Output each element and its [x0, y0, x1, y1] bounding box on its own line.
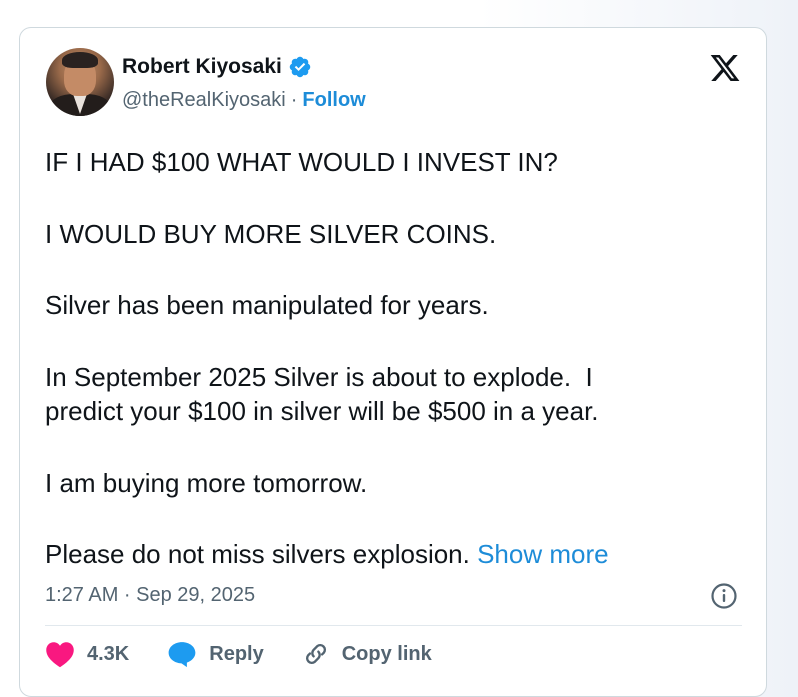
tweet-paragraph: IF I HAD $100 WHAT WOULD I INVEST IN? — [45, 147, 558, 177]
reply-button[interactable]: Reply — [167, 640, 264, 668]
action-bar: 4.3K Reply Copy link — [45, 640, 432, 668]
tweet-text: IF I HAD $100 WHAT WOULD I INVEST IN? I … — [45, 145, 745, 572]
speech-bubble-icon — [168, 642, 196, 668]
tweet-timestamp[interactable]: 1:27 AM · Sep 29, 2025 — [45, 584, 255, 607]
author-name-row: Robert Kiyosaki — [122, 55, 312, 79]
separator-dot: · — [290, 89, 298, 111]
avatar[interactable] — [46, 48, 114, 116]
tweet-paragraph-last: Please do not miss silvers explosion. Sh… — [45, 537, 745, 572]
reply-label: Reply — [209, 642, 264, 665]
tweet-paragraph: I WOULD BUY MORE SILVER COINS. — [45, 218, 497, 249]
copy-link-label: Copy link — [341, 642, 432, 665]
info-icon[interactable] — [710, 582, 738, 610]
tweet-card: Robert Kiyosaki @theRealKiyosaki · Follo… — [19, 27, 767, 697]
follow-button[interactable]: Follow — [302, 89, 365, 112]
like-count: 4.3K — [87, 642, 130, 665]
divider — [45, 625, 742, 626]
tweet-paragraph: In September 2025 Silver is about to exp… — [45, 361, 599, 427]
verified-badge-icon — [289, 56, 311, 78]
author-handle-row: @theRealKiyosaki · Follow — [122, 89, 366, 112]
x-logo-icon[interactable] — [708, 52, 742, 84]
author-name[interactable]: Robert Kiyosaki — [122, 55, 282, 79]
tweet-paragraph: Silver has been manipulated for years. — [45, 290, 489, 320]
author-handle[interactable]: @theRealKiyosaki — [122, 89, 286, 112]
copy-link-button[interactable]: Copy link — [302, 640, 432, 668]
link-icon — [305, 643, 326, 665]
tweet-paragraph-last-text: Please do not miss silvers explosion. — [45, 539, 478, 569]
show-more-link[interactable]: Show more — [477, 539, 609, 569]
like-button[interactable]: 4.3K — [45, 640, 129, 668]
tweet-paragraph: I am buying more tomorrow. — [45, 467, 368, 498]
heart-icon — [46, 642, 74, 668]
